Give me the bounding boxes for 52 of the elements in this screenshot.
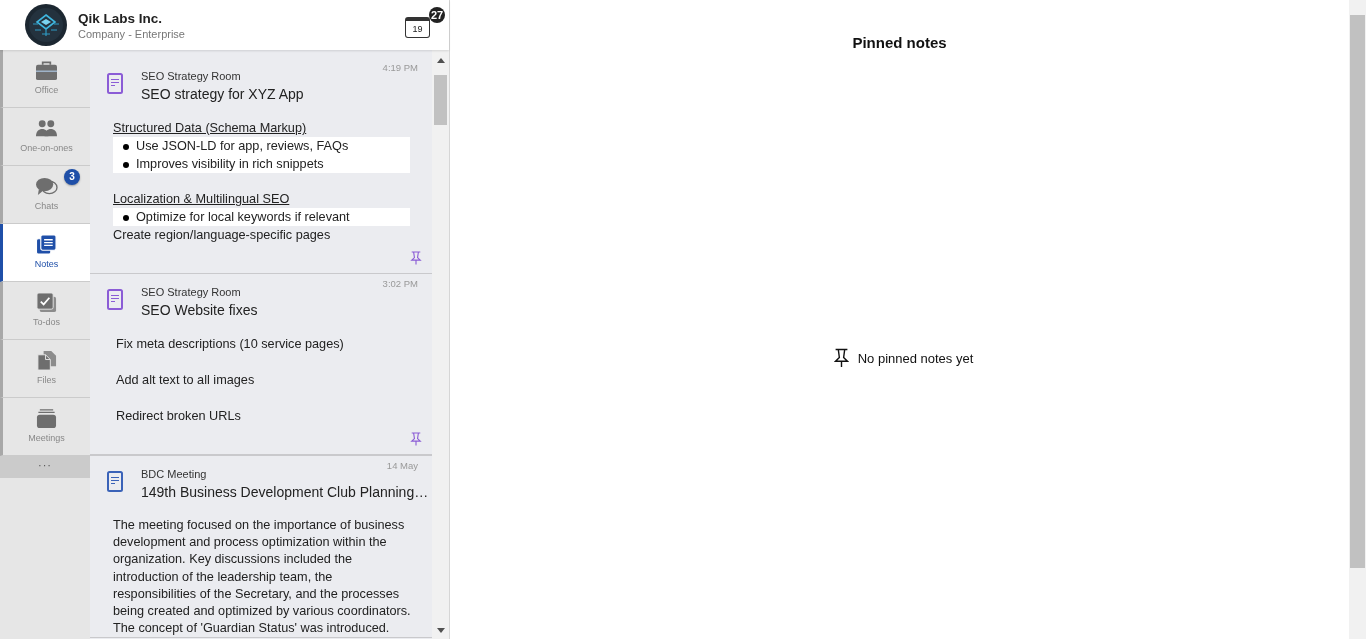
note-text: Create region/language-specific pages bbox=[113, 227, 332, 244]
list-item-text: Use JSON-LD for app, reviews, FAQs bbox=[136, 138, 349, 155]
notes-icon bbox=[35, 234, 58, 255]
room-name: SEO Strategy Room bbox=[141, 69, 242, 83]
note-time: 4:19 PM bbox=[382, 62, 418, 73]
panel-title: Pinned notes bbox=[852, 33, 947, 53]
pin-icon[interactable] bbox=[410, 251, 422, 265]
note-line: Redirect broken URLs bbox=[115, 408, 242, 425]
note-title: 149th Business Development Club Planning… bbox=[141, 483, 427, 501]
people-icon bbox=[35, 118, 58, 139]
scrollbar-thumb[interactable] bbox=[1350, 15, 1365, 568]
list-item-text: Optimize for local keywords if relevant bbox=[136, 209, 350, 226]
bullet-icon bbox=[123, 215, 129, 221]
company-type: Company - Enterprise bbox=[78, 26, 185, 41]
more-button[interactable]: ··· bbox=[0, 456, 90, 478]
nav-item[interactable]: One-on-ones bbox=[0, 108, 90, 166]
scroll-down-icon[interactable] bbox=[436, 628, 445, 633]
nav-item[interactable]: Office bbox=[0, 50, 90, 108]
room-name: BDC Meeting bbox=[141, 467, 208, 481]
note-line: Fix meta descriptions (10 service pages) bbox=[115, 336, 345, 353]
nav-item[interactable]: Files bbox=[0, 340, 90, 398]
chat-bubbles-icon bbox=[35, 176, 58, 197]
notification-badge: 27 bbox=[429, 6, 445, 23]
pin-icon bbox=[833, 348, 849, 368]
pin-icon[interactable] bbox=[410, 432, 422, 446]
note-heading: Localization & Multilingual SEO bbox=[113, 191, 291, 208]
scrollbar-thumb[interactable] bbox=[434, 75, 447, 125]
note-heading: Structured Data (Schema Markup) bbox=[113, 120, 308, 137]
empty-message: No pinned notes yet bbox=[857, 350, 974, 366]
note-title: SEO strategy for XYZ App bbox=[141, 85, 305, 103]
nav-item[interactable]: To-dos bbox=[0, 282, 90, 340]
note-title: SEO Website fixes bbox=[141, 301, 259, 319]
scroll-up-icon[interactable] bbox=[436, 58, 445, 63]
unread-badge: 3 bbox=[64, 169, 80, 185]
company-name: Qik Labs Inc. bbox=[78, 9, 164, 27]
note-time: 3:02 PM bbox=[382, 278, 418, 289]
logo-icon bbox=[25, 4, 67, 46]
room-name: SEO Strategy Room bbox=[141, 285, 242, 299]
bullet-icon bbox=[123, 162, 129, 168]
files-icon bbox=[35, 350, 58, 371]
briefcase-icon bbox=[35, 60, 58, 81]
nav-item[interactable]: Notes bbox=[0, 224, 90, 282]
note-paragraph: The meeting focused on the importance of business development and process optimization within the organization. Key discussions included the introduction of the leadership team, the responsibilities of the Secretary, and the processes being created and optimized by various coordinators. The concept of 'Guardian Status' was introduced. bbox=[113, 517, 412, 638]
note-time: 14 May bbox=[386, 460, 418, 471]
nav-item[interactable]: Chats 3 bbox=[0, 166, 90, 224]
list-item-text: Improves visibility in rich snippets bbox=[136, 156, 324, 173]
checkbox-icon bbox=[35, 292, 58, 313]
stack-icon bbox=[35, 408, 58, 429]
bullet-icon bbox=[123, 144, 129, 150]
calendar-button[interactable]: 19 bbox=[405, 16, 430, 38]
note-line: Add alt text to all images bbox=[115, 372, 256, 389]
nav-item[interactable]: Meetings bbox=[0, 398, 90, 456]
